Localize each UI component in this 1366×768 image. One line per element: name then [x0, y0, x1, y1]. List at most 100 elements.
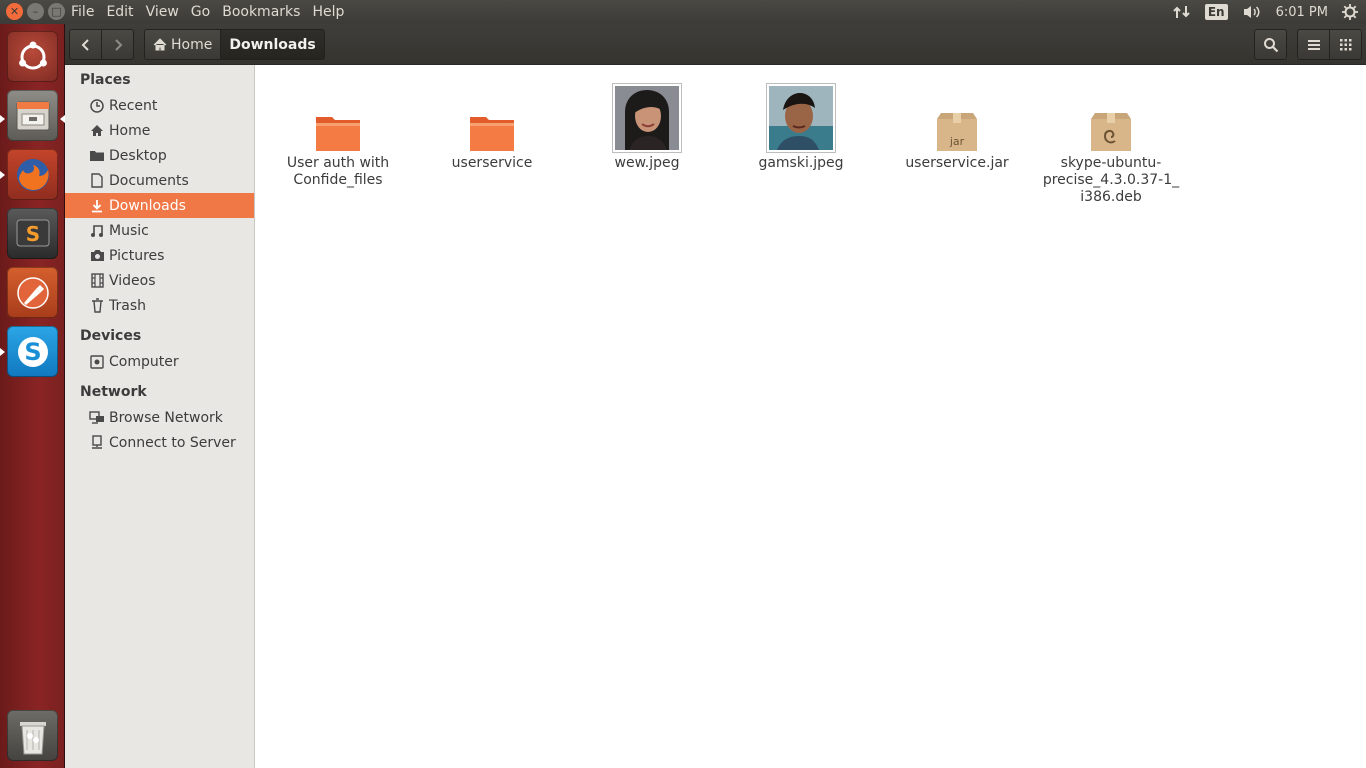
breadcrumb-downloads[interactable]: Downloads	[220, 30, 324, 59]
clock[interactable]: 6:01 PM	[1276, 5, 1328, 20]
sidebar-item-label: Computer	[109, 353, 179, 370]
network-icon	[89, 410, 105, 426]
file-view: User auth with Confide_files userservice	[255, 65, 1366, 768]
portrait-photo-icon	[769, 86, 833, 150]
svg-text:S: S	[25, 222, 39, 246]
file-item-gamski-jpeg[interactable]: gamski.jpeg	[726, 73, 876, 172]
file-name-line: userservice.jar	[905, 155, 1009, 171]
sidebar: Places Recent Home Desktop Documents Dow…	[65, 65, 255, 768]
menu-edit[interactable]: Edit	[100, 3, 139, 21]
top-panel: ✕ – □ File Edit View Go Bookmarks Help E…	[0, 0, 1366, 24]
breadcrumb-home[interactable]: Home	[145, 30, 221, 59]
file-item-userservice-jar[interactable]: jar userservice.jar	[882, 73, 1032, 172]
sidebar-item-videos[interactable]: Videos	[65, 268, 254, 293]
jar-badge-label: jar	[949, 135, 965, 148]
search-icon	[1263, 37, 1278, 52]
sidebar-section-devices: Devices	[80, 328, 142, 344]
camera-icon	[89, 248, 105, 264]
file-item-skype-deb[interactable]: skype-ubuntu- precise_4.3.0.37-1_ i386.d…	[1036, 73, 1186, 206]
folder-icon	[316, 117, 360, 151]
download-icon	[89, 198, 105, 214]
file-name-line: Confide_files	[293, 172, 383, 188]
file-name-line: precise_4.3.0.37-1_	[1042, 172, 1180, 188]
close-window-button[interactable]: ✕	[6, 3, 23, 20]
sidebar-item-browse-network[interactable]: Browse Network	[65, 405, 254, 430]
sidebar-item-recent[interactable]: Recent	[65, 93, 254, 118]
keyboard-layout-indicator[interactable]: En	[1204, 4, 1228, 20]
file-item-userservice-folder[interactable]: userservice	[417, 73, 567, 172]
inkscape-icon[interactable]	[7, 267, 58, 318]
sidebar-item-downloads[interactable]: Downloads	[65, 193, 254, 218]
file-name-line: skype-ubuntu-	[1060, 155, 1162, 171]
image-thumbnail	[612, 83, 682, 153]
volume-icon[interactable]	[1242, 4, 1262, 20]
forward-button[interactable]	[101, 29, 134, 60]
running-indicator	[0, 348, 5, 356]
sidebar-item-label: Home	[109, 122, 151, 139]
trash-icon	[89, 298, 105, 314]
server-icon	[89, 435, 105, 451]
deb-package-icon	[1091, 113, 1131, 151]
sidebar-item-trash[interactable]: Trash	[65, 293, 254, 318]
home-icon	[153, 38, 167, 51]
sidebar-item-label: Documents	[109, 172, 189, 189]
list-view-icon	[1307, 39, 1320, 50]
clock-icon	[89, 98, 105, 114]
image-thumbnail	[766, 83, 836, 153]
sidebar-section-places: Places	[80, 72, 131, 88]
sidebar-item-label: Music	[109, 222, 149, 239]
sidebar-item-label: Browse Network	[109, 409, 223, 426]
breadcrumb-downloads-label: Downloads	[229, 36, 316, 53]
sidebar-item-music[interactable]: Music	[65, 218, 254, 243]
sidebar-item-home[interactable]: Home	[65, 118, 254, 143]
jar-archive-icon: jar	[937, 113, 977, 151]
file-item-wew-jpeg[interactable]: wew.jpeg	[572, 73, 722, 172]
firefox-icon[interactable]	[7, 149, 58, 200]
minimize-window-button[interactable]: –	[27, 3, 44, 20]
maximize-window-button[interactable]: □	[48, 3, 65, 20]
sidebar-item-label: Trash	[109, 297, 146, 314]
folder-icon	[470, 117, 514, 151]
search-button[interactable]	[1254, 29, 1287, 60]
network-transfer-icon[interactable]	[1173, 4, 1191, 20]
sublime-text-icon[interactable]: S	[7, 208, 58, 259]
skype-icon[interactable]: S	[7, 326, 58, 377]
trash-icon[interactable]	[7, 710, 58, 761]
sidebar-section-network: Network	[80, 384, 147, 400]
sidebar-item-label: Recent	[109, 97, 158, 114]
folder-icon	[89, 148, 105, 164]
dash-icon[interactable]	[7, 31, 58, 82]
running-indicator	[0, 171, 5, 179]
menu-file[interactable]: File	[71, 3, 100, 21]
files-icon[interactable]	[7, 90, 58, 141]
running-indicator	[0, 115, 5, 123]
svg-text:S: S	[24, 338, 41, 366]
menu-go[interactable]: Go	[185, 3, 216, 21]
sidebar-item-desktop[interactable]: Desktop	[65, 143, 254, 168]
window-controls: ✕ – □	[6, 3, 65, 20]
sidebar-item-documents[interactable]: Documents	[65, 168, 254, 193]
portrait-photo-icon	[615, 86, 679, 150]
menu-help[interactable]: Help	[306, 3, 350, 21]
file-name-line: User auth with	[286, 155, 390, 171]
sidebar-item-label: Videos	[109, 272, 156, 289]
grid-view-button[interactable]	[1329, 29, 1362, 60]
forward-arrow-icon	[114, 38, 122, 51]
launcher: S S	[0, 24, 65, 768]
home-icon	[89, 123, 105, 139]
file-item-user-auth-folder[interactable]: User auth with Confide_files	[263, 73, 413, 189]
menu-bookmarks[interactable]: Bookmarks	[216, 3, 306, 21]
session-gear-icon[interactable]	[1342, 4, 1358, 20]
sidebar-item-pictures[interactable]: Pictures	[65, 243, 254, 268]
list-view-button[interactable]	[1297, 29, 1330, 60]
film-icon	[89, 273, 105, 289]
sidebar-item-connect-to-server[interactable]: Connect to Server	[65, 430, 254, 455]
breadcrumb: Home Downloads	[144, 29, 325, 60]
file-name-line: userservice	[451, 155, 533, 171]
back-button[interactable]	[69, 29, 102, 60]
music-icon	[89, 223, 105, 239]
back-arrow-icon	[81, 38, 89, 51]
grid-view-icon	[1339, 38, 1351, 50]
menu-view[interactable]: View	[140, 3, 185, 21]
sidebar-item-computer[interactable]: Computer	[65, 349, 254, 374]
